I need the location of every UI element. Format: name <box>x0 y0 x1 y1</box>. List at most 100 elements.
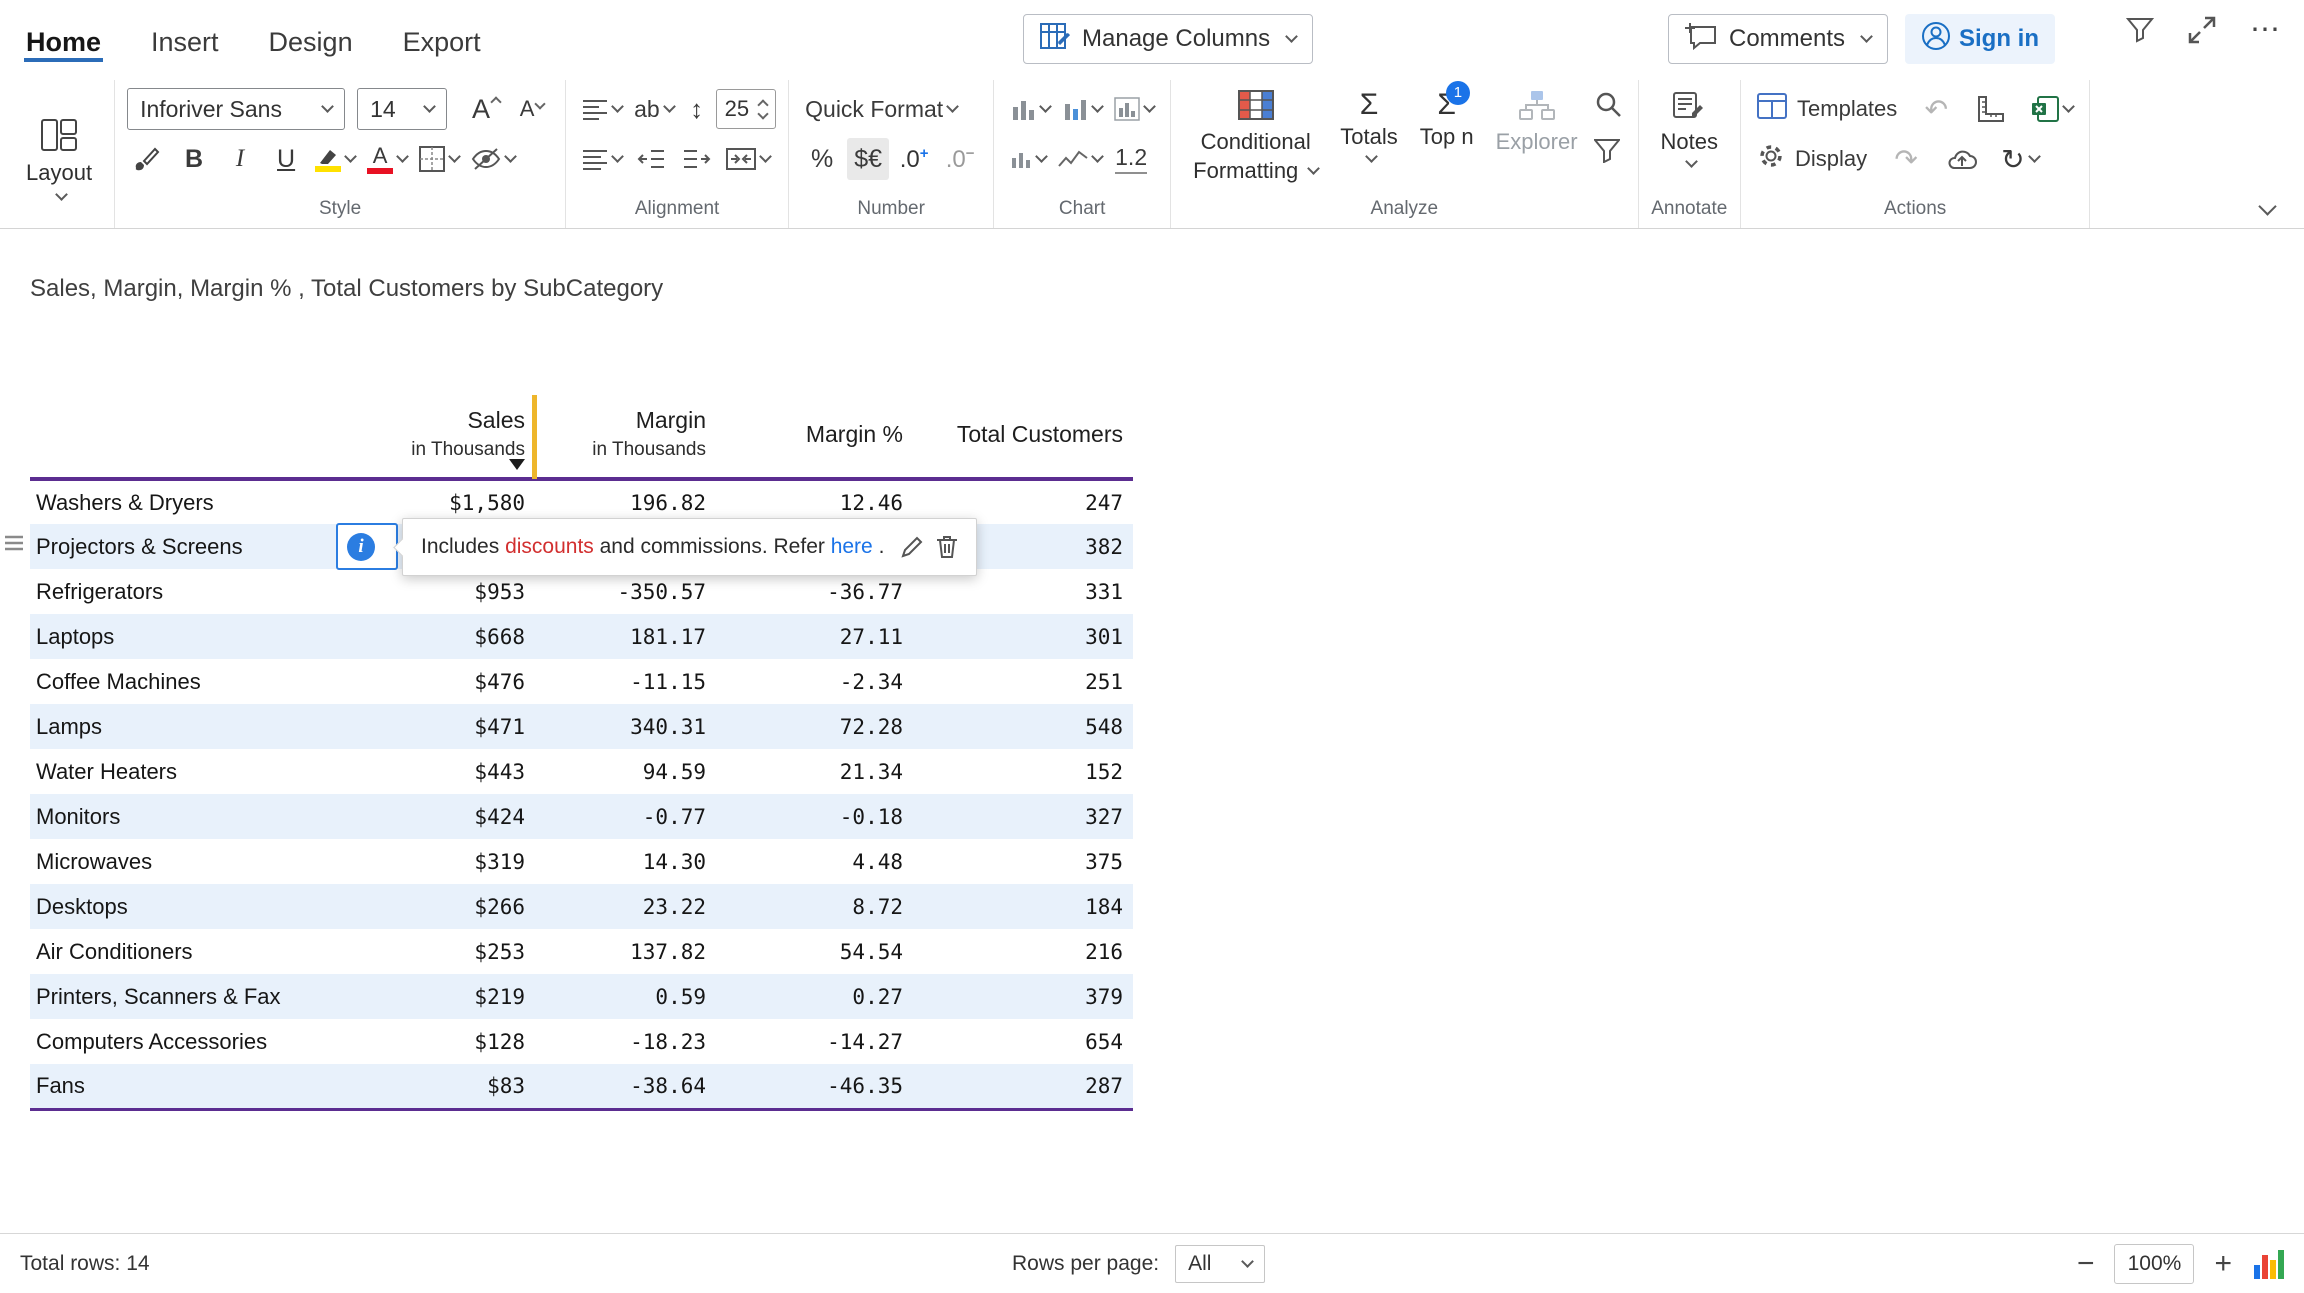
table-row[interactable]: Air Conditioners $253 137.82 54.54 216 <box>30 929 1133 974</box>
chart-number-format-button[interactable]: 1.2 <box>1110 138 1152 180</box>
table-row[interactable]: Microwaves $319 14.30 4.48 375 <box>30 839 1133 884</box>
margin-pct-cell[interactable]: 27.11 <box>716 614 913 659</box>
layout-button[interactable]: Layout <box>16 115 102 199</box>
zoom-out-button[interactable]: − <box>2077 1249 2095 1279</box>
bold-button[interactable]: B <box>173 138 215 180</box>
margin-pct-cell[interactable]: 0.27 <box>716 974 913 1019</box>
margin-cell[interactable]: -11.15 <box>535 659 716 704</box>
total-customers-cell[interactable]: 184 <box>913 884 1133 929</box>
horizontal-align-button[interactable] <box>578 138 626 180</box>
ruler-icon-button[interactable] <box>1971 88 2013 130</box>
filter-icon[interactable] <box>1594 139 1622 168</box>
redo-button[interactable]: ↷ <box>1885 138 1927 180</box>
templates-button[interactable]: Templates <box>1753 88 1901 130</box>
column-header-margin[interactable]: Margin in Thousands <box>535 395 716 479</box>
row-label-cell[interactable]: Washers & Dryers <box>30 479 338 524</box>
chart-type-column-button[interactable] <box>1058 88 1106 130</box>
increase-indent-button[interactable] <box>676 138 718 180</box>
tab-design[interactable]: Design <box>267 7 355 72</box>
quick-format-button[interactable]: Quick Format <box>801 88 961 130</box>
margin-pct-cell[interactable]: 4.48 <box>716 839 913 884</box>
margin-cell[interactable]: 94.59 <box>535 749 716 794</box>
font-color-button[interactable]: A <box>363 138 411 180</box>
tab-export[interactable]: Export <box>401 7 483 72</box>
notes-button[interactable]: Notes <box>1651 86 1728 166</box>
row-height-stepper[interactable]: 25 <box>716 89 776 129</box>
filter-icon[interactable] <box>2126 17 2154 43</box>
total-customers-cell[interactable]: 251 <box>913 659 1133 704</box>
chart-type-bar-button[interactable] <box>1006 88 1054 130</box>
excel-export-button[interactable] <box>2027 88 2077 130</box>
chart-type-combo-button[interactable] <box>1110 88 1158 130</box>
tab-insert[interactable]: Insert <box>149 7 221 72</box>
table-row[interactable]: Fans $83 -38.64 -46.35 287 <box>30 1064 1133 1109</box>
hide-visibility-button[interactable] <box>467 138 519 180</box>
zoom-level[interactable]: 100% <box>2114 1244 2194 1284</box>
tooltip-link[interactable]: here <box>831 535 873 559</box>
sales-cell[interactable]: $476 <box>338 659 535 704</box>
collapse-ribbon-icon[interactable] <box>2256 200 2274 218</box>
total-customers-cell[interactable]: 152 <box>913 749 1133 794</box>
row-label-cell[interactable]: Desktops <box>30 884 338 929</box>
display-button[interactable]: Display <box>1753 138 1871 180</box>
total-customers-cell[interactable]: 301 <box>913 614 1133 659</box>
sales-cell[interactable]: $319 <box>338 839 535 884</box>
sales-cell[interactable]: $219 <box>338 974 535 1019</box>
table-row[interactable]: Coffee Machines $476 -11.15 -2.34 251 <box>30 659 1133 704</box>
italic-button[interactable]: I <box>219 138 261 180</box>
wrap-text-button[interactable]: ab <box>630 88 678 130</box>
table-row[interactable]: Monitors $424 -0.77 -0.18 327 <box>30 794 1133 839</box>
zoom-in-button[interactable]: + <box>2214 1249 2232 1279</box>
edit-note-icon[interactable] <box>900 535 924 559</box>
sales-cell[interactable]: $668 <box>338 614 535 659</box>
margin-pct-cell[interactable]: 72.28 <box>716 704 913 749</box>
table-row[interactable]: Lamps $471 340.31 72.28 548 <box>30 704 1133 749</box>
note-indicator-cell[interactable]: i <box>336 523 398 570</box>
stepper-down-icon[interactable] <box>757 108 768 119</box>
margin-cell[interactable]: 137.82 <box>535 929 716 974</box>
row-drag-handle[interactable] <box>4 535 24 556</box>
increase-font-size-button[interactable]: A <box>465 88 507 130</box>
margin-cell[interactable]: -18.23 <box>535 1019 716 1064</box>
borders-button[interactable] <box>415 138 463 180</box>
margin-pct-cell[interactable]: -14.27 <box>716 1019 913 1064</box>
undo-button[interactable]: ↶ <box>1915 88 1957 130</box>
tab-home[interactable]: Home <box>24 7 103 72</box>
search-icon[interactable] <box>1594 90 1622 123</box>
row-label-cell[interactable]: Fans <box>30 1064 338 1109</box>
table-row[interactable]: Printers, Scanners & Fax $219 0.59 0.27 … <box>30 974 1133 1019</box>
column-header-total-customers[interactable]: Total Customers <box>913 395 1133 479</box>
sign-in-button[interactable]: Sign in <box>1905 14 2055 64</box>
font-size-select[interactable]: 14 <box>357 88 447 130</box>
row-label-cell[interactable]: Coffee Machines <box>30 659 338 704</box>
percent-format-button[interactable]: % <box>801 138 843 180</box>
margin-pct-cell[interactable]: -46.35 <box>716 1064 913 1109</box>
margin-pct-cell[interactable]: -0.18 <box>716 794 913 839</box>
sales-cell[interactable]: $128 <box>338 1019 535 1064</box>
refresh-button[interactable]: ↻ <box>1997 138 2042 180</box>
sales-cell[interactable]: $443 <box>338 749 535 794</box>
comments-button[interactable]: Comments <box>1668 14 1888 64</box>
margin-cell[interactable]: -38.64 <box>535 1064 716 1109</box>
row-height-icon-button[interactable]: ↕ <box>682 88 712 130</box>
margin-pct-cell[interactable]: -2.34 <box>716 659 913 704</box>
decrease-decimal-button[interactable]: .0− <box>939 138 981 180</box>
font-family-select[interactable]: Inforiver Sans <box>127 88 345 130</box>
sales-cell[interactable]: $266 <box>338 884 535 929</box>
expand-fullscreen-icon[interactable] <box>2188 16 2216 44</box>
mini-chart-button[interactable] <box>1006 138 1050 180</box>
row-label-cell[interactable]: Refrigerators <box>30 569 338 614</box>
total-customers-cell[interactable]: 287 <box>913 1064 1133 1109</box>
margin-cell[interactable]: 23.22 <box>535 884 716 929</box>
vertical-align-button[interactable] <box>578 88 626 130</box>
decrease-font-size-button[interactable]: A <box>511 88 553 130</box>
margin-pct-cell[interactable]: 21.34 <box>716 749 913 794</box>
publish-cloud-button[interactable] <box>1941 138 1983 180</box>
more-options-icon[interactable]: ⋯ <box>2250 20 2280 40</box>
merge-cells-button[interactable] <box>722 138 774 180</box>
total-customers-cell[interactable]: 548 <box>913 704 1133 749</box>
table-row[interactable]: Water Heaters $443 94.59 21.34 152 <box>30 749 1133 794</box>
explorer-button[interactable]: Explorer <box>1486 86 1588 154</box>
sparkline-button[interactable] <box>1054 138 1106 180</box>
increase-decimal-button[interactable]: .0+ <box>893 138 935 180</box>
